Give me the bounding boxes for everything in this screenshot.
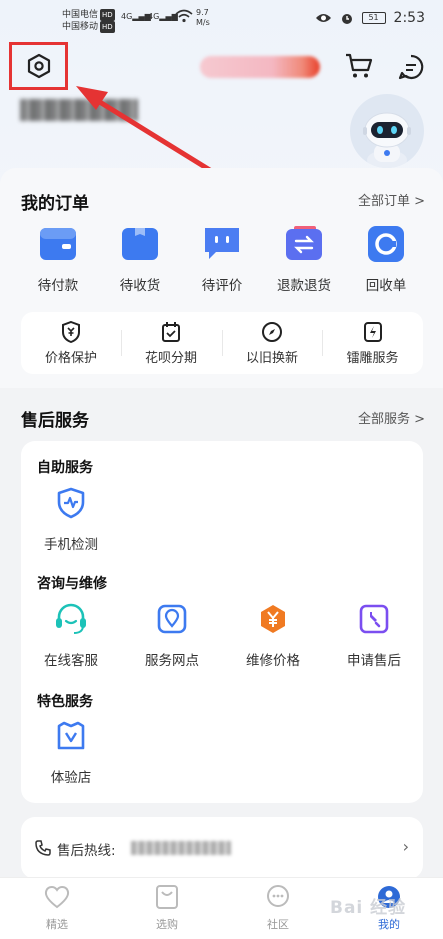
self-service-heading: 自助服务 <box>37 460 93 476</box>
carrier-info: 中国电信 HD 中国移动 HD <box>62 9 115 33</box>
wifi-icon <box>175 9 193 27</box>
compass-icon <box>262 321 282 342</box>
watermark: Bai 经验 <box>330 898 407 918</box>
net-speed: 9.7 M/s <box>196 8 210 27</box>
consult-heading: 咨询与维修 <box>37 576 107 592</box>
message-icon <box>398 54 424 80</box>
wrench-icon <box>359 604 389 634</box>
headset-icon <box>56 603 86 634</box>
alarm-icon <box>341 14 352 24</box>
hotline-number-blurred <box>131 841 231 855</box>
lightning-icon <box>363 321 382 342</box>
hotline-label: 售后热线: <box>57 843 116 859</box>
order-pending-review[interactable]: 待评价 <box>182 224 262 294</box>
heart-icon <box>44 885 70 909</box>
order-pending-receipt[interactable]: 待收货 <box>100 224 180 294</box>
online-support[interactable]: 在线客服 <box>26 603 116 669</box>
hexagon-yen-icon <box>261 605 285 633</box>
price-protection[interactable]: 价格保护 <box>21 316 121 370</box>
location-icon <box>157 604 187 634</box>
all-services-link[interactable]: 全部服务 > <box>358 408 425 427</box>
order-refund[interactable]: 退款退货 <box>264 224 344 294</box>
cart-icon <box>346 53 373 78</box>
all-orders-link[interactable]: 全部订单 > <box>358 190 425 209</box>
phone-icon <box>35 840 51 856</box>
shopping-bag-icon <box>156 885 178 909</box>
experience-store[interactable]: 体验店 <box>26 720 116 786</box>
username-blurred[interactable] <box>20 99 138 121</box>
message-button[interactable] <box>397 53 425 85</box>
engraving-service[interactable]: 镭雕服务 <box>322 316 423 370</box>
carrier-1: 中国电信 <box>62 10 99 20</box>
nav-community[interactable]: 社区 <box>248 884 308 932</box>
settings-button[interactable] <box>9 42 68 90</box>
trade-in[interactable]: 以旧换新 <box>222 316 322 370</box>
featured-heading: 特色服务 <box>37 694 93 710</box>
after-sales-title: 售后服务 <box>21 411 89 431</box>
wallet-icon <box>40 228 76 260</box>
hotline-row[interactable]: 售后热线: › <box>21 817 423 879</box>
carrier-2: 中国移动 <box>62 22 99 32</box>
repair-price[interactable]: 维修价格 <box>228 603 318 669</box>
battery-icon: 51 <box>361 12 386 24</box>
order-pending-payment[interactable]: 待付款 <box>18 224 98 294</box>
chat-bubble-icon <box>267 885 289 907</box>
installment[interactable]: 花呗分期 <box>121 316 221 370</box>
after-sales-card: 自助服务 手机检测 咨询与维修 在线客服 服务网点 维修价格 申请售后 特色服务… <box>21 441 423 803</box>
chevron-right-icon: › <box>402 837 409 856</box>
pulse-shield-icon <box>57 487 85 519</box>
cart-button[interactable] <box>344 52 374 84</box>
status-bar: 中国电信 HD 中国移动 HD 4G▂▄▆ 4G▂▄▆ 9.7 M/s 51 2:5… <box>0 0 443 38</box>
calendar-check-icon <box>162 321 180 342</box>
orders-title: 我的订单 <box>21 194 89 214</box>
service-outlets[interactable]: 服务网点 <box>127 603 217 669</box>
orders-card: 我的订单 全部订单 > 待付款 待收货 待评价 退款退货 回收单 价格保护 花呗… <box>0 168 443 388</box>
nav-featured[interactable]: 精选 <box>27 884 87 932</box>
box-icon <box>122 228 158 260</box>
clock-time: 2:53 <box>393 10 425 26</box>
signal-1-icon: 4G▂▄▆ <box>121 12 151 21</box>
blurred-header-badge <box>200 56 320 78</box>
comment-icon <box>205 228 239 259</box>
recycle-icon <box>368 226 404 262</box>
robot-avatar-icon <box>363 112 411 168</box>
avatar[interactable] <box>350 94 424 168</box>
store-icon <box>57 721 85 750</box>
settings-hexagon-icon <box>27 53 50 79</box>
orders-extra-row: 价格保护 花呗分期 以旧换新 镭雕服务 <box>21 312 423 374</box>
eye-icon <box>315 14 331 22</box>
phone-check[interactable]: 手机检测 <box>26 487 116 553</box>
order-recycle[interactable]: 回收单 <box>346 224 426 294</box>
shield-yen-icon <box>62 320 80 343</box>
apply-after-sales[interactable]: 申请售后 <box>329 603 419 669</box>
nav-shop[interactable]: 选购 <box>137 884 197 932</box>
refund-icon <box>286 226 322 260</box>
signal-2-icon: 4G▂▄▆ <box>148 12 178 21</box>
